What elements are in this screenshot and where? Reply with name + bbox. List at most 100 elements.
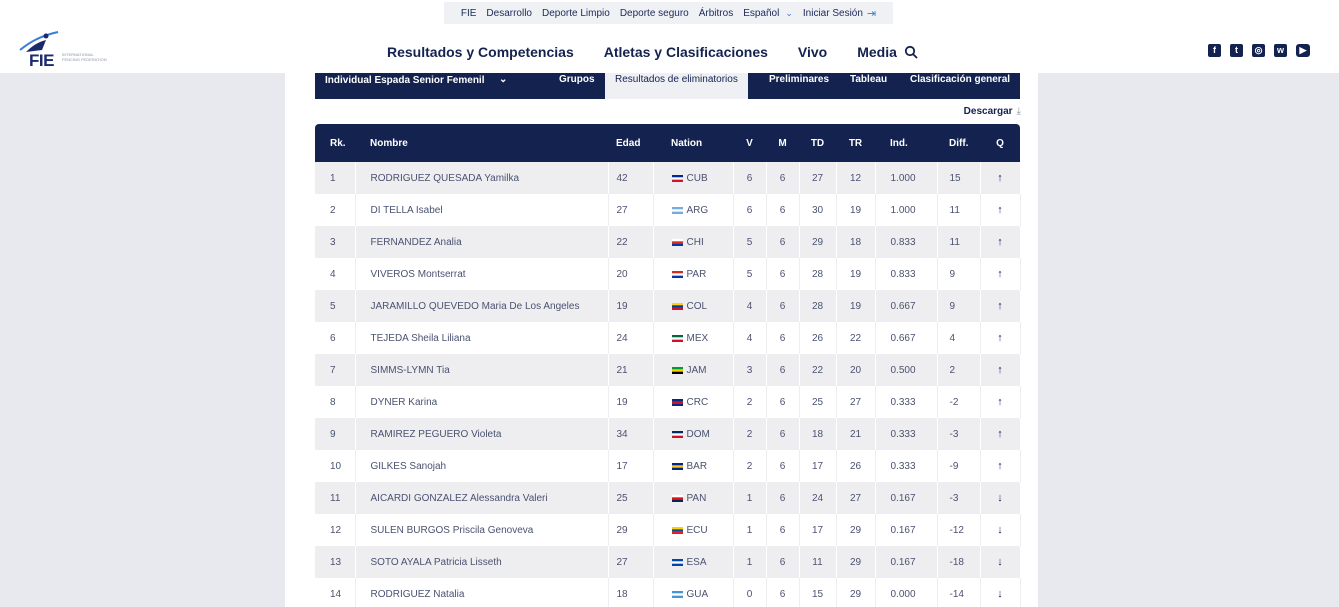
tab-resultados-eliminatorios[interactable]: Resultados de eliminatorios bbox=[605, 73, 748, 99]
util-link-desarrollo[interactable]: Desarrollo bbox=[486, 8, 532, 19]
rank-cell: 10 bbox=[315, 450, 356, 482]
v-cell: 5 bbox=[733, 258, 767, 290]
ind-cell: 0.667 bbox=[875, 290, 938, 322]
nav-item-atletas[interactable]: Atletas y Clasificaciones bbox=[604, 44, 768, 60]
col-header-tr[interactable]: TR bbox=[836, 124, 875, 162]
q-cell: ↑ bbox=[980, 418, 1021, 450]
diff-cell: 2 bbox=[937, 354, 981, 386]
v-cell: 1 bbox=[733, 546, 767, 578]
rank-cell: 12 bbox=[315, 514, 356, 546]
col-header-m[interactable]: M bbox=[766, 124, 799, 162]
chevron-down-icon[interactable]: ⌄ bbox=[785, 8, 793, 19]
age-cell: 34 bbox=[608, 418, 654, 450]
diff-cell: -12 bbox=[937, 514, 981, 546]
login-link[interactable]: Iniciar Sesión bbox=[803, 8, 863, 19]
table-body: 1 RODRIGUEZ QUESADA Yamilka 42 CUB 6 6 27 12 1.0… bbox=[315, 162, 1021, 607]
age-cell: 17 bbox=[608, 450, 654, 482]
tr-cell: 27 bbox=[836, 386, 876, 418]
td-cell: 28 bbox=[799, 258, 837, 290]
col-header-ind[interactable]: Ind. bbox=[875, 124, 937, 162]
col-header-age[interactable]: Edad bbox=[608, 124, 653, 162]
age-cell: 27 bbox=[608, 194, 654, 226]
login-icon[interactable]: ⇥ bbox=[867, 7, 876, 20]
util-link-deporte-limpio[interactable]: Deporte Limpio bbox=[542, 8, 610, 19]
tr-cell: 29 bbox=[836, 546, 876, 578]
table-row[interactable]: 10 GILKES Sanojah 17 BAR 2 6 17 26 0.333 -9 ↑ bbox=[315, 450, 1021, 482]
age-cell: 19 bbox=[608, 290, 654, 322]
v-cell: 6 bbox=[733, 194, 767, 226]
rank-cell: 3 bbox=[315, 226, 356, 258]
tab-tableau[interactable]: Tableau bbox=[850, 73, 887, 99]
table-row[interactable]: 5 JARAMILLO QUEVEDO Maria De Los Angeles 1… bbox=[315, 290, 1021, 322]
q-cell: ↓ bbox=[980, 578, 1021, 607]
table-row[interactable]: 6 TEJEDA Sheila Liliana 24 MEX 4 6 26 22 0.667 4 ↑ bbox=[315, 322, 1021, 354]
nation-code: COL bbox=[686, 300, 708, 312]
col-header-q[interactable]: Q bbox=[980, 124, 1020, 162]
nation-cell: ESA bbox=[653, 546, 734, 578]
twitter-icon[interactable]: t bbox=[1230, 44, 1243, 57]
util-link-arbitros[interactable]: Árbitros bbox=[699, 8, 733, 19]
nav-item-resultados[interactable]: Resultados y Competencias bbox=[387, 44, 574, 60]
col-header-diff[interactable]: Diff. bbox=[937, 124, 980, 162]
tr-cell: 29 bbox=[836, 514, 876, 546]
diff-cell: -18 bbox=[937, 546, 981, 578]
diff-cell: 11 bbox=[937, 226, 981, 258]
m-cell: 6 bbox=[766, 482, 800, 514]
event-selector[interactable]: Individual Espada Senior Femenil ⌄ bbox=[315, 73, 525, 99]
td-cell: 24 bbox=[799, 482, 837, 514]
name-cell: DYNER Karina bbox=[355, 386, 609, 418]
arrow-up-icon: ↑ bbox=[997, 172, 1003, 184]
q-cell: ↓ bbox=[980, 514, 1021, 546]
arrow-up-icon: ↑ bbox=[997, 204, 1003, 216]
td-cell: 25 bbox=[799, 386, 837, 418]
util-link-fie[interactable]: FIE bbox=[461, 8, 477, 19]
table-row[interactable]: 11 AICARDI GONZALEZ Alessandra Valeri 25 PA… bbox=[315, 482, 1021, 514]
tab-preliminares[interactable]: Preliminares bbox=[769, 73, 829, 99]
ind-cell: 0.833 bbox=[875, 258, 938, 290]
age-cell: 19 bbox=[608, 386, 654, 418]
table-row[interactable]: 7 SIMMS-LYMN Tia 21 JAM 3 6 22 20 0.500 2 ↑ bbox=[315, 354, 1021, 386]
tab-clasificacion-general[interactable]: Clasificación general bbox=[910, 73, 1010, 99]
arrow-up-icon: ↑ bbox=[997, 300, 1003, 312]
tr-cell: 12 bbox=[836, 162, 876, 194]
table-row[interactable]: 14 RODRIGUEZ Natalia 18 GUA 0 6 15 29 0.000 -14 ↓ bbox=[315, 578, 1021, 607]
chevron-down-icon: ⌄ bbox=[499, 74, 508, 85]
table-row[interactable]: 2 DI TELLA Isabel 27 ARG 6 6 30 19 1.000 11 ↑ bbox=[315, 194, 1021, 226]
nation-cell: CHI bbox=[653, 226, 734, 258]
weibo-icon[interactable]: w bbox=[1274, 44, 1287, 57]
table-row[interactable]: 13 SOTO AYALA Patricia Lisseth 27 ESA 1 6 11 29… bbox=[315, 546, 1021, 578]
v-cell: 0 bbox=[733, 578, 767, 607]
td-cell: 29 bbox=[799, 226, 837, 258]
event-selector-label: Individual Espada Senior Femenil bbox=[325, 75, 485, 86]
nav-item-media[interactable]: Media bbox=[857, 44, 897, 60]
nav-item-vivo[interactable]: Vivo bbox=[798, 44, 827, 60]
col-header-nation[interactable]: Nation bbox=[653, 124, 733, 162]
age-cell: 21 bbox=[608, 354, 654, 386]
youtube-icon[interactable]: ▶ bbox=[1296, 44, 1310, 57]
language-selector[interactable]: Español bbox=[743, 8, 779, 19]
table-row[interactable]: 9 RAMIREZ PEGUERO Violeta 34 DOM 2 6 18 21 0.333… bbox=[315, 418, 1021, 450]
facebook-icon[interactable]: f bbox=[1208, 44, 1221, 57]
fie-logo[interactable]: FIE INTERNATIONAL FENCING FEDERATION bbox=[18, 28, 110, 70]
col-header-td[interactable]: TD bbox=[799, 124, 836, 162]
col-header-name[interactable]: Nombre bbox=[355, 124, 608, 162]
rank-cell: 4 bbox=[315, 258, 356, 290]
search-icon[interactable] bbox=[904, 45, 918, 59]
tab-grupos[interactable]: Grupos bbox=[559, 73, 595, 99]
flag-icon bbox=[671, 334, 683, 342]
age-cell: 20 bbox=[608, 258, 654, 290]
ind-cell: 0.333 bbox=[875, 418, 938, 450]
table-row[interactable]: 1 RODRIGUEZ QUESADA Yamilka 42 CUB 6 6 27 12 1.0… bbox=[315, 162, 1021, 194]
ind-cell: 0.667 bbox=[875, 322, 938, 354]
diff-cell: -3 bbox=[937, 482, 981, 514]
table-row[interactable]: 12 SULEN BURGOS Priscila Genoveva 29 ECU 1 6 1… bbox=[315, 514, 1021, 546]
col-header-v[interactable]: V bbox=[733, 124, 766, 162]
table-row[interactable]: 4 VIVEROS Montserrat 20 PAR 5 6 28 19 0.833 9 ↑ bbox=[315, 258, 1021, 290]
table-row[interactable]: 3 FERNANDEZ Analia 22 CHI 5 6 29 18 0.833 11 ↑ bbox=[315, 226, 1021, 258]
nation-cell: COL bbox=[653, 290, 734, 322]
table-row[interactable]: 8 DYNER Karina 19 CRC 2 6 25 27 0.333 -2 ↑ bbox=[315, 386, 1021, 418]
col-header-rank[interactable]: Rk. bbox=[315, 124, 355, 162]
util-link-deporte-seguro[interactable]: Deporte seguro bbox=[620, 8, 689, 19]
download-button[interactable]: Descargar ⤓ bbox=[964, 106, 1021, 117]
instagram-icon[interactable]: ◎ bbox=[1252, 44, 1265, 57]
